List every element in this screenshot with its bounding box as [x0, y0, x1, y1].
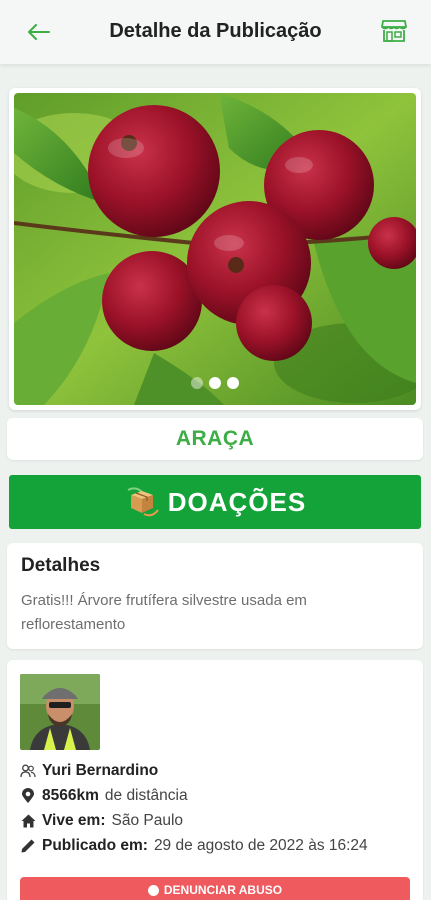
store-icon	[381, 20, 407, 42]
distance-suffix: de distância	[104, 786, 188, 804]
post-title: ARAÇA	[175, 427, 255, 450]
published-row: Publicado em: 29 de agosto de 2022 às 16…	[20, 833, 410, 858]
carousel-dot-active[interactable]	[209, 377, 221, 389]
author-info: Yuri Bernardino 8566km de distância Vive…	[20, 758, 410, 858]
avatar[interactable]	[20, 674, 100, 750]
report-abuse-button[interactable]: DENUNCIAR ABUSO	[20, 877, 410, 900]
author-name-row: Yuri Bernardino	[20, 758, 410, 783]
store-button[interactable]	[379, 16, 409, 46]
category-label: DOAÇÕES	[167, 486, 307, 517]
location-pin-icon	[20, 787, 36, 804]
category-banner: DOAÇÕES	[9, 475, 421, 529]
carousel-dot[interactable]	[227, 377, 239, 389]
published-value: 29 de agosto de 2022 às 16:24	[153, 836, 368, 854]
lives-label: Vive em:	[42, 811, 106, 829]
alert-circle-icon	[147, 884, 159, 896]
distance-row: 8566km de distância	[20, 783, 410, 808]
carousel-dots	[14, 377, 416, 389]
app-header: Detalhe da Publicação	[0, 0, 431, 64]
users-icon	[20, 763, 36, 779]
details-description: Gratis!!! Árvore frutífera silvestre usa…	[21, 592, 307, 633]
details-card: Detalhes Gratis!!! Árvore frutífera silv…	[7, 543, 423, 649]
distance-value: 8566km	[42, 786, 99, 804]
lives-value: São Paulo	[111, 811, 184, 829]
image-carousel[interactable]	[9, 88, 421, 410]
lives-row: Vive em: São Paulo	[20, 808, 410, 833]
published-label: Publicado em:	[42, 836, 148, 854]
post-photo	[14, 93, 416, 405]
author-card: Yuri Bernardino 8566km de distância Vive…	[7, 660, 423, 900]
pencil-icon	[20, 838, 36, 854]
post-title-card: ARAÇA	[7, 418, 423, 460]
details-heading: Detalhes	[21, 555, 101, 576]
author-name[interactable]: Yuri Bernardino	[42, 762, 158, 780]
donation-box-icon	[127, 487, 159, 517]
home-icon	[20, 813, 36, 829]
report-abuse-label: DENUNCIAR ABUSO	[163, 883, 283, 897]
page-title: Detalhe da Publicação	[109, 20, 322, 42]
carousel-dot[interactable]	[191, 377, 203, 389]
